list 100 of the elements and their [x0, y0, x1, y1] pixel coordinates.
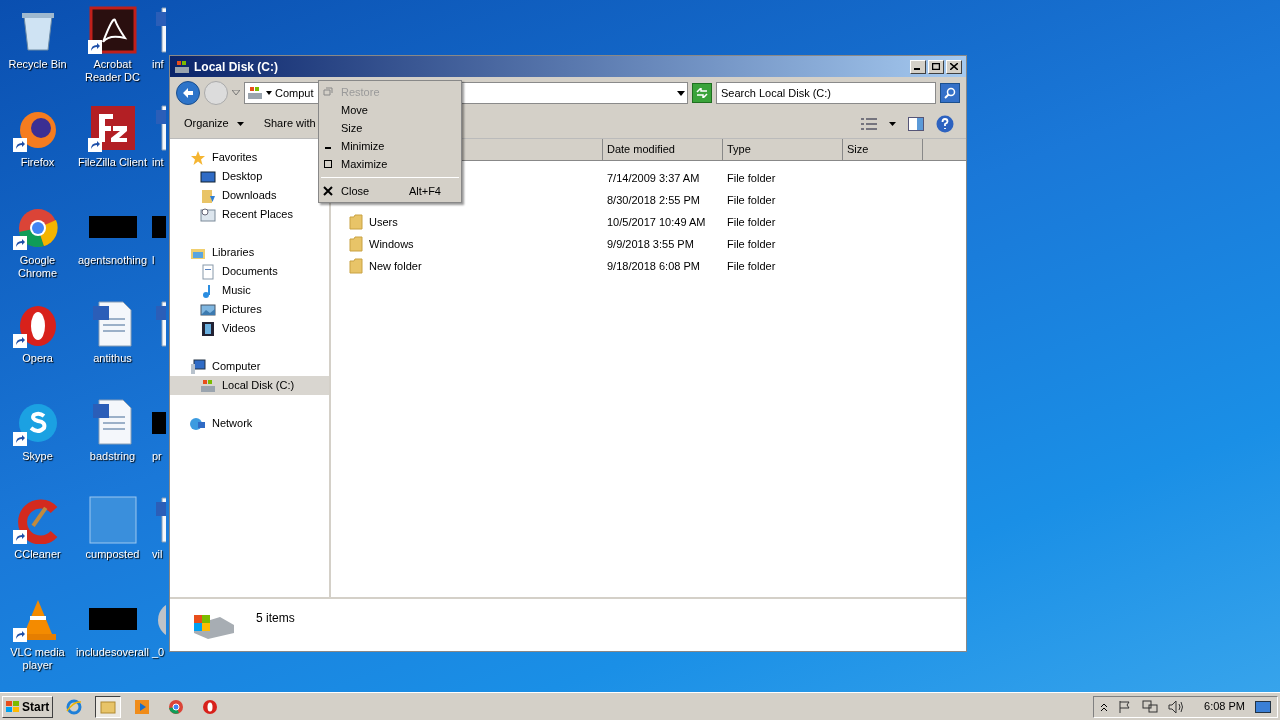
folder-icon — [349, 258, 363, 274]
sidebar-item[interactable]: Documents — [170, 262, 329, 281]
shortcut-arrow-icon — [88, 138, 102, 152]
desktop-icon-label[interactable]: antithus — [75, 352, 150, 365]
chevron-up-icon[interactable] — [1100, 701, 1109, 712]
close-icon — [950, 63, 958, 70]
maximize-icon — [932, 63, 940, 70]
close-icon — [323, 186, 333, 196]
preview-pane-icon[interactable] — [908, 116, 924, 131]
desktop-icon-label[interactable]: l — [152, 254, 155, 267]
speaker-icon[interactable] — [1168, 699, 1185, 714]
minimize-button[interactable] — [910, 59, 926, 74]
shortcut-arrow-icon — [13, 628, 27, 642]
window-title: Local Disk (C:) — [194, 58, 278, 76]
dropdown-caret-icon[interactable] — [677, 90, 685, 96]
ie-app-icon — [66, 698, 83, 715]
media-app-icon — [134, 698, 151, 715]
column-header[interactable]: Size — [843, 139, 923, 160]
desktop-icon-label[interactable]: inf — [152, 58, 164, 71]
view-list-icon[interactable] — [861, 117, 877, 130]
table-cell-text: 9/9/2018 3:55 PM — [606, 236, 695, 252]
close-button[interactable] — [946, 59, 962, 74]
desktop-icon-label[interactable]: agentsnothing — [75, 254, 150, 267]
desktop-icon-label[interactable]: Recycle Bin — [0, 58, 75, 71]
sidebar-item[interactable]: Recent Places — [170, 205, 329, 224]
desktop-icon-label[interactable]: Skype — [0, 450, 75, 463]
restore-icon — [323, 87, 333, 97]
desktop-icon-label[interactable]: badstring — [75, 450, 150, 463]
shortcut-arrow-icon — [13, 138, 27, 152]
recent-icon — [200, 206, 216, 223]
back-button[interactable] — [176, 81, 200, 105]
sidebar-item[interactable]: Libraries — [170, 243, 329, 262]
desktop-icon-label[interactable]: vil — [152, 548, 163, 561]
desktop-icon-label[interactable]: pr — [152, 450, 162, 463]
column-header[interactable]: Date modified — [603, 139, 723, 160]
search-field[interactable]: Search Local Disk (C:) — [716, 82, 936, 104]
table-cell-text: File folder — [726, 192, 777, 208]
desktop-icon-label[interactable]: Opera — [0, 352, 75, 365]
taskbar-app[interactable] — [95, 695, 122, 718]
shortcut-arrow-icon — [13, 236, 27, 250]
table-cell-text: File folder — [726, 236, 777, 252]
table-cell-text: 10/5/2017 10:49 AM — [606, 214, 707, 230]
sidebar-item[interactable]: Music — [170, 281, 329, 300]
search-icon — [944, 87, 956, 99]
search-button[interactable] — [940, 83, 960, 103]
documents-icon — [200, 263, 216, 280]
table-cell-text: File folder — [726, 258, 777, 274]
desktop-icon-label[interactable]: Firefox — [0, 156, 75, 169]
desktop-icon-label[interactable]: Google Chrome — [0, 254, 75, 280]
maximize-button[interactable] — [928, 59, 944, 74]
downloads-icon — [200, 187, 216, 204]
maximize-icon — [323, 159, 333, 169]
folder-icon — [349, 236, 363, 252]
explorer-app-icon — [100, 698, 117, 715]
desktop-icon-label[interactable]: includesoverall — [75, 646, 150, 659]
desktop-icon-label[interactable]: FileZilla Client — [75, 156, 150, 169]
caret-icon[interactable] — [889, 121, 896, 126]
folder-icon — [349, 214, 363, 230]
drive-icon — [247, 85, 263, 101]
desktop-icon — [200, 168, 216, 185]
file-name[interactable]: New folder — [369, 257, 422, 275]
column-header[interactable]: Type — [723, 139, 843, 160]
file-name[interactable]: Users — [369, 213, 398, 231]
desktop-icon-label[interactable]: Acrobat Reader DC — [75, 58, 150, 84]
flag-icon[interactable] — [1118, 699, 1133, 714]
desktop-icon-label[interactable]: CCleaner — [0, 548, 75, 561]
caret-icon[interactable] — [266, 91, 272, 95]
start-button[interactable]: Start — [2, 695, 54, 718]
help-icon[interactable] — [936, 114, 954, 133]
toolbar-button[interactable]: Organize — [176, 111, 252, 136]
sidebar-item[interactable]: Local Disk (C:) — [170, 376, 329, 395]
desktop-icon-label[interactable]: _0 — [152, 646, 165, 659]
shortcut-arrow-icon — [13, 530, 27, 544]
drive-icon — [174, 58, 190, 75]
table-cell-text: File folder — [726, 214, 777, 230]
drive-icon — [200, 377, 216, 394]
sidebar-item[interactable]: Network — [170, 414, 329, 433]
table-cell-text: 8/30/2018 2:55 PM — [606, 192, 701, 208]
videos-icon — [200, 320, 216, 337]
desktop-icon-label[interactable]: int — [152, 156, 164, 169]
table-cell-text: File folder — [726, 170, 777, 186]
table-cell-text: 9/18/2018 6:08 PM — [606, 258, 701, 274]
refresh-button[interactable] — [692, 83, 712, 103]
clock[interactable]: 6:08 PM — [1204, 698, 1245, 715]
sidebar-item[interactable]: Computer — [170, 357, 329, 376]
shortcut-text: Alt+F4 — [408, 183, 441, 199]
table-cell-text: 7/14/2009 3:37 AM — [606, 170, 701, 186]
refresh-icon — [696, 88, 708, 98]
show-desktop-icon[interactable] — [1255, 700, 1271, 713]
sidebar-item[interactable]: Pictures — [170, 300, 329, 319]
windows-logo-icon — [6, 700, 20, 713]
file-name[interactable]: Windows — [369, 235, 414, 253]
item-count: 5 items — [256, 610, 295, 627]
desktop-icon-label[interactable]: cumposted — [75, 548, 150, 561]
network-icon[interactable] — [1142, 699, 1159, 714]
network-icon — [190, 415, 206, 432]
desktop-icon-label[interactable]: VLC media player — [0, 646, 75, 672]
opera-app-icon — [202, 698, 219, 715]
sidebar-item[interactable]: Videos — [170, 319, 329, 338]
computer-icon — [190, 358, 206, 375]
